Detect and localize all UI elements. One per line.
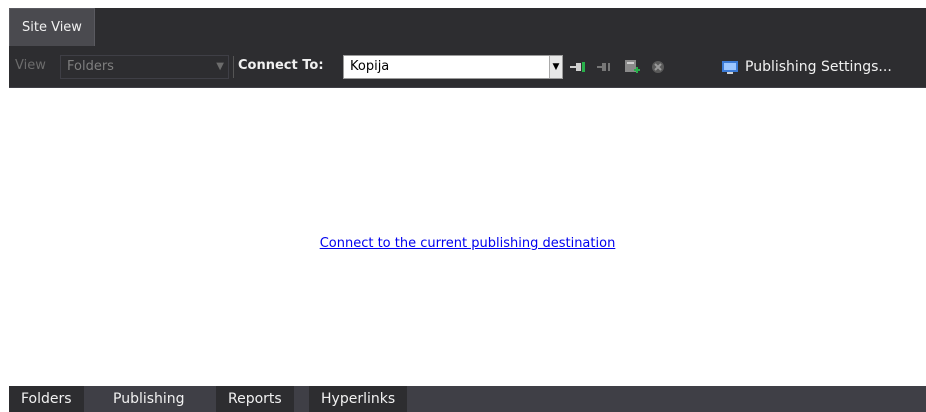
view-label: View	[15, 58, 46, 73]
publish-add-icon[interactable]	[623, 58, 641, 76]
tab-publishing[interactable]: Publishing	[101, 386, 197, 412]
tab-folders[interactable]: Folders	[9, 386, 84, 412]
connect-to-value: Kopija	[350, 59, 390, 74]
left-margin	[0, 0, 9, 412]
publishing-settings-icon	[722, 61, 738, 74]
bottom-tab-bar: Folders Publishing Reports Hyperlinks	[9, 386, 926, 412]
connect-to-label: Connect To:	[238, 58, 324, 73]
chevron-down-icon: ▼	[216, 61, 224, 72]
toolbar-separator	[233, 56, 234, 78]
connect-to-select[interactable]: Kopija ▼	[343, 55, 563, 79]
tab-hyperlinks[interactable]: Hyperlinks	[309, 386, 408, 412]
chevron-down-icon[interactable]: ▼	[549, 56, 562, 78]
tab-reports[interactable]: Reports	[216, 386, 294, 412]
view-select[interactable]: Folders ▼	[60, 55, 229, 79]
view-select-value: Folders	[67, 59, 114, 74]
connect-destination-link[interactable]: Connect to the current publishing destin…	[9, 236, 926, 251]
publishing-toolbar: View Folders ▼ Connect To: Kopija ▼ Publ…	[9, 46, 926, 88]
disconnect-plug-icon[interactable]	[595, 58, 613, 76]
tab-site-view[interactable]: Site View	[9, 8, 95, 46]
publishing-content-area: Connect to the current publishing destin…	[9, 88, 926, 386]
publishing-settings-label: Publishing Settings...	[745, 59, 892, 75]
connect-plug-icon[interactable]	[569, 58, 587, 76]
tab-strip	[9, 8, 926, 47]
app-frame: Site View View Folders ▼ Connect To: Kop…	[0, 0, 926, 412]
publishing-settings-button[interactable]: Publishing Settings...	[721, 55, 892, 79]
stop-icon[interactable]	[649, 58, 667, 76]
